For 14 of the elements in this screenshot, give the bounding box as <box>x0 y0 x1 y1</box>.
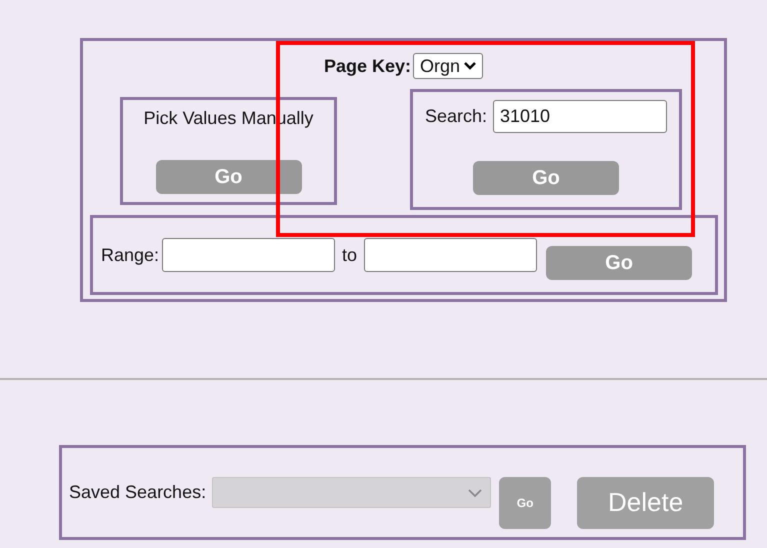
range-start-field[interactable] <box>162 238 336 272</box>
search-field[interactable]: 31010 <box>493 100 668 133</box>
range-end-field[interactable] <box>364 238 538 272</box>
search-label: Search: <box>424 105 488 128</box>
page-key-label: Page Key: <box>324 54 411 78</box>
go-button[interactable]: Go <box>156 160 302 194</box>
range-label: Range: <box>101 244 160 267</box>
saved-searches-label: Saved Searches: <box>69 481 206 504</box>
chevron-down-icon <box>464 62 476 70</box>
range-separator: to <box>342 244 358 266</box>
go-button[interactable]: Go <box>546 246 692 280</box>
page-key-dropdown[interactable]: Orgn <box>413 53 484 79</box>
go-button[interactable]: Go <box>473 161 619 195</box>
chevron-down-icon <box>468 488 482 496</box>
